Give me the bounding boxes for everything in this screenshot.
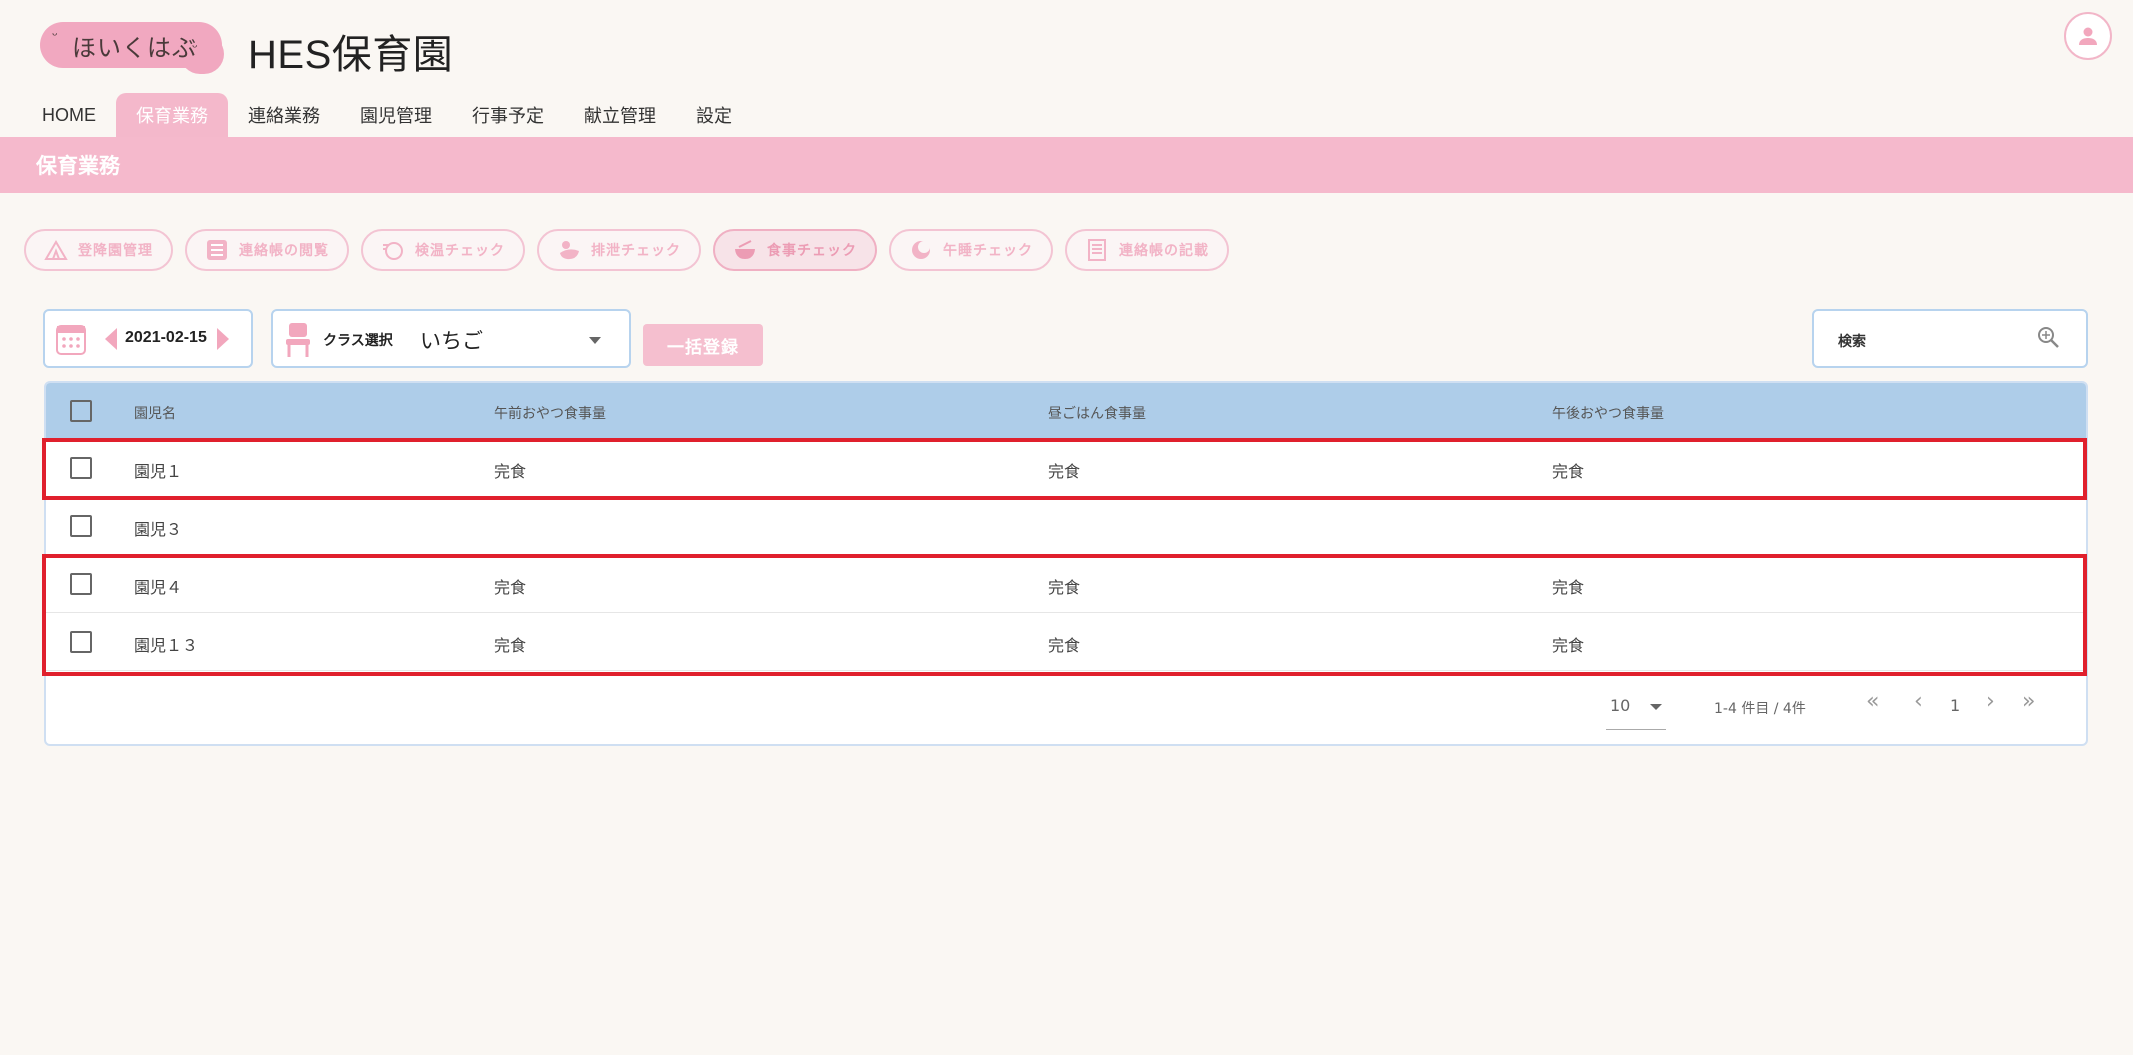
header-am-snack: 午前おやつ食事量 [494, 406, 606, 422]
highlight-box [42, 438, 2087, 500]
tab-events[interactable]: 行事予定 [452, 93, 564, 137]
moon-icon [912, 241, 930, 259]
nap-check-button[interactable]: 午睡チェック [889, 229, 1053, 271]
page-title: HES保育園 [248, 33, 454, 77]
tab-home[interactable]: HOME [22, 93, 116, 137]
main-nav: HOME 保育業務 連絡業務 園児管理 行事予定 献立管理 設定 [22, 93, 752, 137]
section-title: 保育業務 [36, 154, 120, 178]
thermometer-icon [383, 242, 403, 260]
per-page-select[interactable]: 10 [1610, 696, 1630, 715]
duck-icon [560, 241, 579, 260]
notebook-icon [1088, 239, 1106, 261]
search-icon[interactable] [2036, 325, 2060, 349]
calendar-icon[interactable] [55, 322, 87, 356]
first-page-icon[interactable]: « [1866, 689, 1879, 714]
user-icon [2079, 27, 2097, 45]
chevron-down-icon[interactable] [589, 337, 601, 344]
tent-icon [44, 240, 68, 260]
smile-icon: ᵕ [52, 28, 58, 44]
chair-icon [286, 323, 310, 357]
function-bar: 登降園管理 連絡帳の閲覧 検温チェック 排泄チェック 食事チェック 午睡チェック… [24, 229, 1229, 271]
write-notebook-button[interactable]: 連絡帳の記載 [1065, 229, 1229, 271]
bowl-icon [735, 240, 755, 259]
smile-icon: ᵕ [192, 40, 198, 56]
tab-children[interactable]: 園児管理 [340, 93, 452, 137]
prev-date-button[interactable] [105, 328, 117, 350]
tab-contact[interactable]: 連絡業務 [228, 93, 340, 137]
list-icon [207, 240, 227, 260]
page-range: 1-4 件目 / 4件 [1714, 701, 1806, 717]
header-name: 園児名 [134, 406, 176, 422]
row-checkbox[interactable] [70, 515, 92, 537]
tab-childcare[interactable]: 保育業務 [116, 93, 228, 137]
temperature-check-button[interactable]: 検温チェック [361, 229, 525, 271]
table-header: 園児名 午前おやつ食事量 昼ごはん食事量 午後おやつ食事量 [46, 383, 2086, 439]
class-select-label: クラス選択 [323, 333, 393, 349]
last-page-icon[interactable]: » [2022, 689, 2035, 714]
next-date-button[interactable] [217, 328, 229, 350]
user-account-button[interactable] [2064, 12, 2112, 60]
class-select[interactable]: クラス選択 いちご [271, 309, 631, 368]
attendance-button[interactable]: 登降園管理 [24, 229, 173, 271]
current-page[interactable]: 1 [1950, 696, 1960, 715]
highlight-box [42, 554, 2087, 676]
meal-check-button[interactable]: 食事チェック [713, 229, 877, 271]
logo: ᵕ ほいくはぶ ᵕ [40, 22, 224, 74]
selected-date: 2021-02-15 [125, 329, 207, 346]
section-header: 保育業務 [0, 137, 2133, 193]
table-row[interactable]: 園児３ [46, 497, 2086, 555]
search-input[interactable]: 検索 [1812, 309, 2088, 368]
header-pm-snack: 午後おやつ食事量 [1552, 406, 1664, 422]
chevron-down-icon[interactable] [1650, 704, 1662, 710]
search-placeholder: 検索 [1838, 334, 1866, 350]
tab-menu[interactable]: 献立管理 [564, 93, 676, 137]
view-notebook-button[interactable]: 連絡帳の閲覧 [185, 229, 349, 271]
toilet-check-button[interactable]: 排泄チェック [537, 229, 701, 271]
next-page-icon[interactable]: › [1986, 689, 1995, 714]
tab-settings[interactable]: 設定 [676, 93, 752, 137]
select-all-checkbox[interactable] [70, 400, 92, 422]
prev-page-icon[interactable]: ‹ [1914, 689, 1923, 714]
bulk-register-button[interactable]: 一括登録 [643, 324, 763, 366]
logo-text: ほいくはぶ [72, 34, 197, 62]
date-picker[interactable]: 2021-02-15 [43, 309, 253, 368]
class-select-value: いちご [420, 329, 483, 353]
header-lunch: 昼ごはん食事量 [1048, 406, 1146, 422]
